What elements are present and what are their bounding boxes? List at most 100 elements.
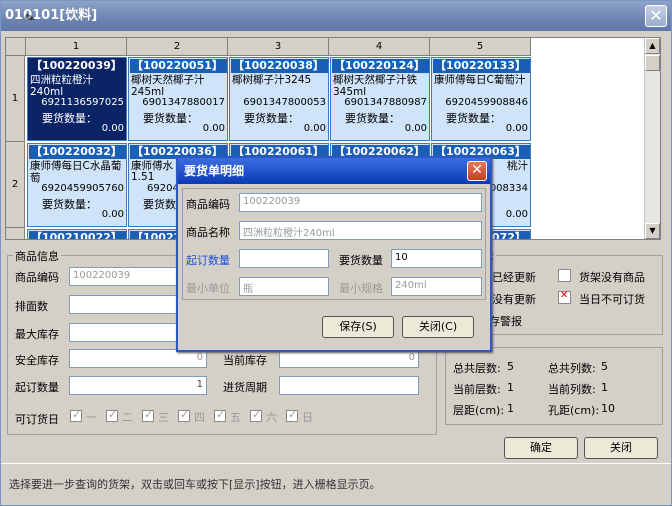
dialog-close-button[interactable]: 关闭(C) — [402, 316, 474, 338]
cell-name: 椰树椰子汁3245 — [232, 74, 312, 86]
column-header[interactable]: 3 — [228, 38, 329, 56]
day-label: 日 — [302, 411, 313, 424]
row-header[interactable]: 2 — [6, 142, 25, 228]
column-header[interactable]: 5 — [430, 38, 531, 56]
dialog-min-spec-label: 最小规格 — [339, 282, 383, 295]
dialog-min-unit-field[interactable]: 瓶 — [239, 277, 329, 296]
product-info-title: 商品信息 — [13, 248, 61, 264]
hole-gap-label: 孔距(cm): — [548, 404, 600, 417]
order-detail-dialog: 要货单明细 ✕ 商品编码 100220039 商品名称 四洲粒粒橙汁240ml … — [176, 156, 492, 352]
cycle-field[interactable] — [279, 376, 419, 395]
cell-code: 【100220032】 — [29, 145, 126, 159]
shelf-cell[interactable]: 【100220032】 康师傅每日C水晶葡萄 6920459905760 要货数… — [27, 143, 127, 227]
cell-name: 康师傅每日C葡萄汁 — [434, 74, 526, 86]
day-checkbox[interactable] — [178, 408, 190, 422]
safe-stock-label: 安全库存 — [15, 354, 59, 367]
min-order-field[interactable]: 1 — [69, 376, 207, 395]
dialog-name-label: 商品名称 — [186, 226, 230, 239]
cell-qty-label: 要货数量： — [446, 112, 501, 125]
cell-qty-label: 要货数量： — [143, 112, 198, 125]
cur-col-value: 1 — [601, 381, 608, 394]
day-label: 四 — [194, 411, 205, 424]
status-bar: 选择要进一步查询的货架，双击或回车或按下[显示]按钮，进入栅格显示页。 — [1, 463, 671, 505]
day-checkbox[interactable] — [70, 408, 82, 422]
cell-barcode: 6920459908846 — [445, 97, 528, 108]
no-order-today-icon — [558, 290, 571, 304]
total-cols-label: 总共列数: — [548, 362, 596, 375]
cell-code: 【100220039】 — [29, 59, 126, 73]
dialog-min-spec-field[interactable]: 240ml — [391, 277, 482, 296]
cell-barcode: 6921136597025 — [41, 97, 124, 108]
legend-stock-warning: 存警报 — [489, 315, 522, 328]
day-checkbox[interactable] — [142, 408, 154, 422]
column-header[interactable]: 2 — [127, 38, 228, 56]
rows-label: 排面数 — [15, 300, 48, 313]
row-header[interactable] — [6, 228, 25, 239]
code-field[interactable]: 100220039 — [69, 267, 179, 286]
cur-layer-value: 1 — [507, 381, 514, 394]
rows-field[interactable] — [69, 295, 179, 314]
cell-barcode: 6901347880987 — [344, 97, 427, 108]
cell-code: 【100220051】 — [130, 59, 227, 73]
row-header[interactable]: 1 — [6, 56, 25, 142]
shelf-cell[interactable]: 【100220124】 椰树天然椰子汁铁345ml 6901347880987 … — [330, 57, 430, 141]
cur-col-label: 当前列数: — [548, 383, 596, 396]
day-label: 一 — [86, 411, 97, 424]
window-close-button[interactable]: ✕ — [645, 5, 667, 27]
dialog-min-unit-label: 最小单位 — [186, 282, 230, 295]
day-label: 五 — [230, 411, 241, 424]
main-window: 010101[饮料] ✎ ✕ 1 2 3 4 5 1 2 【100220039】… — [0, 0, 672, 506]
dialog-code-label: 商品编码 — [186, 198, 230, 211]
hole-gap-value: 10 — [601, 402, 615, 415]
scroll-up-icon[interactable]: ▲ — [645, 38, 660, 54]
dialog-title: 要货单明细 — [184, 164, 245, 178]
window-title: 010101[饮料] — [5, 8, 98, 23]
status-text: 选择要进一步查询的货架，双击或回车或按下[显示]按钮，进入栅格显示页。 — [9, 478, 381, 491]
cell-qty-label: 要货数量： — [244, 112, 299, 125]
grid-corner — [6, 38, 26, 56]
column-header[interactable]: 1 — [26, 38, 127, 56]
close-button[interactable]: 关闭 — [584, 437, 658, 459]
day-checkbox[interactable] — [286, 408, 298, 422]
max-stock-field[interactable] — [69, 323, 179, 342]
shelf-cell[interactable]: 【100220133】 康师傅每日C葡萄汁 6920459908846 要货数量… — [431, 57, 531, 141]
cell-name: 四洲粒粒橙汁240ml — [30, 74, 93, 97]
total-cols-value: 5 — [601, 360, 608, 373]
dialog-min-order-label: 起订数量 — [186, 254, 230, 267]
cell-name: 椰树天然椰子汁铁345ml — [333, 74, 417, 97]
cur-layer-label: 当前层数: — [453, 383, 501, 396]
shelf-cell[interactable]: 【100220038】 椰树椰子汁3245 6901347800053 要货数量… — [229, 57, 329, 141]
dialog-save-button[interactable]: 保存(S) — [322, 316, 394, 338]
cell-barcode: 6901347800053 — [243, 97, 326, 108]
scroll-down-icon[interactable]: ▼ — [645, 223, 660, 239]
dialog-name-field[interactable]: 四洲粒粒橙汁240ml — [239, 221, 482, 240]
day-checkbox[interactable] — [214, 408, 226, 422]
vertical-scrollbar[interactable]: ▲ ▼ — [644, 38, 660, 239]
dialog-min-order-field[interactable] — [239, 249, 329, 268]
total-layers-label: 总共层数: — [453, 362, 501, 375]
dialog-order-qty-field[interactable]: 10 — [391, 249, 482, 268]
legend-no-product: 货架没有商品 — [579, 271, 645, 284]
total-layers-value: 5 — [507, 360, 514, 373]
day-checkbox[interactable] — [250, 408, 262, 422]
ok-button[interactable]: 确定 — [504, 437, 578, 459]
day-checkbox[interactable] — [106, 408, 118, 422]
cell-code: 【100210022】 — [29, 231, 126, 239]
cell-qty-label: 要货数量： — [42, 112, 97, 125]
dialog-close-icon[interactable]: ✕ — [467, 161, 487, 181]
day-label: 三 — [158, 411, 169, 424]
max-stock-label: 最大库存 — [15, 328, 59, 341]
day-label: 二 — [122, 411, 133, 424]
shelf-cell[interactable]: 【100210022】 — [27, 229, 127, 239]
scroll-thumb[interactable] — [645, 55, 660, 71]
cell-name: 椰树天然椰子汁245ml — [131, 74, 205, 97]
layer-gap-label: 层距(cm): — [453, 404, 505, 417]
dialog-title-bar: 要货单明细 ✕ — [178, 158, 490, 184]
column-header[interactable]: 4 — [329, 38, 430, 56]
day-label: 六 — [266, 411, 277, 424]
dialog-code-field[interactable]: 100220039 — [239, 193, 482, 212]
shelf-cell[interactable]: 【100220051】 椰树天然椰子汁245ml 6901347880017 要… — [128, 57, 228, 141]
min-order-label: 起订数量 — [15, 381, 59, 394]
cell-qty-label: 要货数量： — [345, 112, 400, 125]
shelf-cell[interactable]: 【100220039】 四洲粒粒橙汁240ml 6921136597025 要货… — [27, 57, 127, 141]
